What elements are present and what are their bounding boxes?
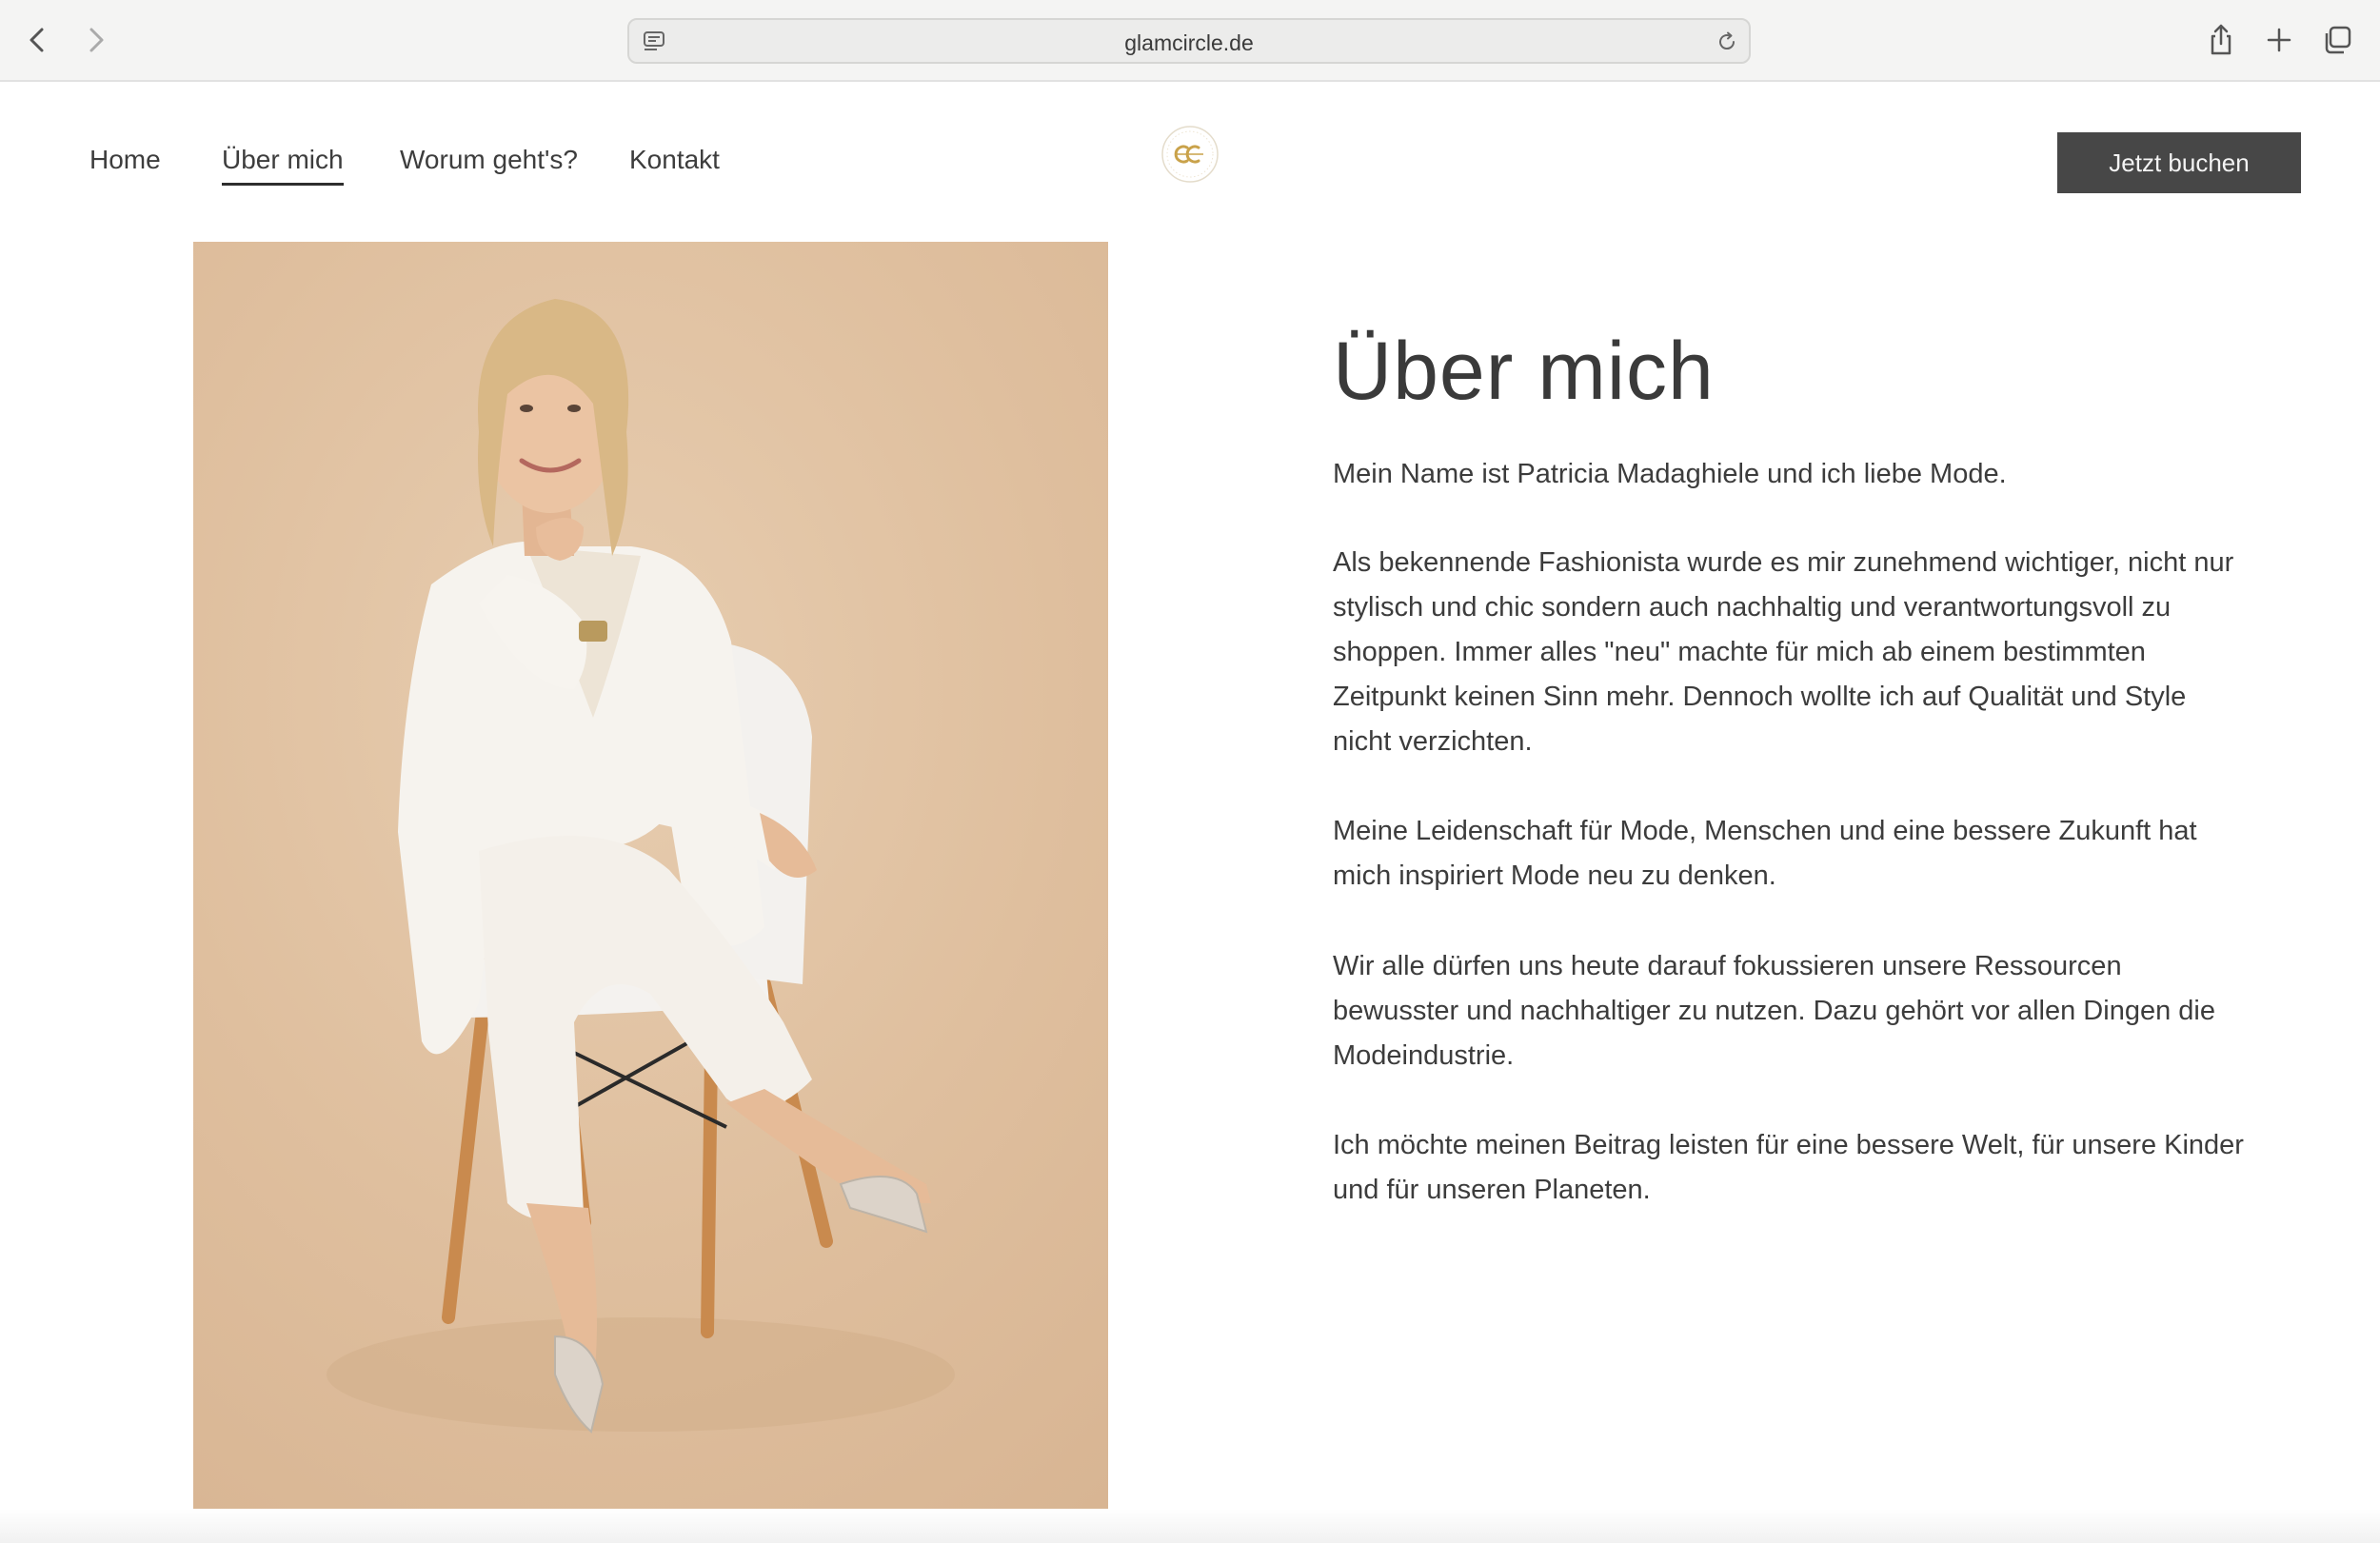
nav-worum-gehts[interactable]: Worum geht's?: [400, 145, 578, 175]
chevron-right-icon[interactable]: [76, 21, 114, 59]
nav-kontakt[interactable]: Kontakt: [629, 145, 720, 175]
page-bottom-edge: [0, 1509, 2380, 1543]
about-paragraph: Ich möchte meinen Beitrag leisten für ei…: [1333, 1130, 2244, 1205]
site-header: Home Über mich Worum geht's? Kontakt Jet…: [0, 82, 2380, 234]
address-bar[interactable]: glamcircle.de: [627, 18, 1751, 64]
plus-icon[interactable]: [2260, 21, 2298, 59]
url-text: glamcircle.de: [1124, 30, 1254, 55]
tabs-overview-icon[interactable]: [2318, 21, 2356, 59]
glamcircle-logo[interactable]: [1160, 125, 1220, 184]
nav-ueber-mich[interactable]: Über mich: [222, 145, 344, 186]
reload-icon[interactable]: [1715, 30, 1739, 54]
about-paragraph: Wir alle dürfen uns heute darauf fokussi…: [1333, 951, 2215, 1071]
book-now-button[interactable]: Jetzt buchen: [2057, 132, 2301, 193]
share-icon[interactable]: [2202, 21, 2240, 59]
page-title: Über mich: [1333, 326, 1715, 417]
chevron-left-icon[interactable]: [19, 21, 57, 59]
portrait-photo: [193, 242, 1108, 1518]
nav-home[interactable]: Home: [89, 145, 161, 175]
browser-toolbar: glamcircle.de: [0, 0, 2380, 82]
about-paragraph: Mein Name ist Patricia Madaghiele und ic…: [1333, 459, 2007, 489]
about-paragraph: Als bekennende Fashionista wurde es mir …: [1333, 547, 2234, 757]
about-section: Über mich Mein Name ist Patricia Madaghi…: [1333, 314, 2285, 1205]
about-paragraph: Meine Leidenschaft für Mode, Menschen un…: [1333, 816, 2197, 891]
